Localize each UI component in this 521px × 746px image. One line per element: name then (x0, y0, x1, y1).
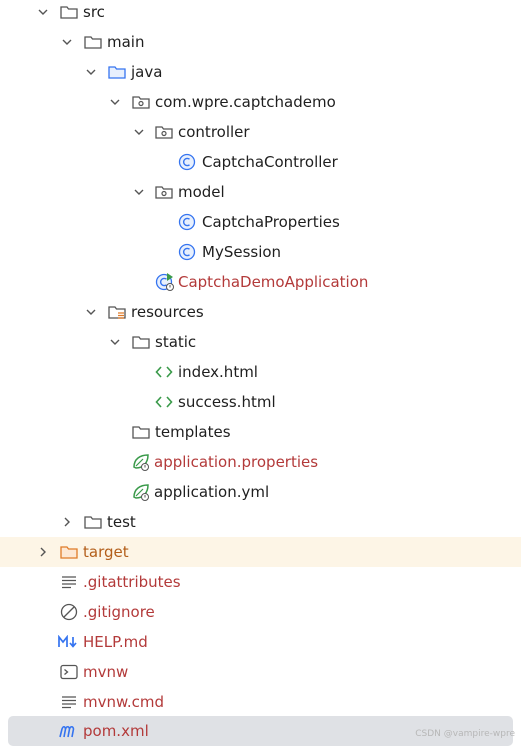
tree-node-application-properties[interactable]: application.properties (0, 447, 521, 477)
tree-node-main[interactable]: main (0, 27, 521, 57)
tree-node-controller[interactable]: controller (0, 117, 521, 147)
chevron-down-icon[interactable] (107, 334, 123, 350)
watermark: CSDN @vampire-wpre (415, 729, 515, 739)
tree-node-resources[interactable]: resources (0, 297, 521, 327)
tree-node-src[interactable]: src (0, 0, 521, 27)
tree-node-label: src (83, 3, 105, 21)
folder-icon (132, 423, 150, 441)
tree-node-label: com.wpre.captchademo (155, 93, 336, 111)
tree-node-target[interactable]: target (0, 537, 521, 567)
tree-node-java[interactable]: java (0, 57, 521, 87)
chevron-down-icon[interactable] (131, 124, 147, 140)
text-file-icon (60, 693, 78, 711)
project-tree: src main java com.wpre.captchademo contr… (0, 0, 521, 746)
tree-node-label: mvnw (83, 663, 129, 681)
folder-icon (84, 33, 102, 51)
spring-properties-icon (131, 452, 151, 472)
tree-node-label: CaptchaProperties (202, 213, 340, 231)
tree-node-label: main (107, 33, 145, 51)
shell-script-icon (60, 663, 78, 681)
tree-node-label: pom.xml (83, 722, 149, 740)
tree-node-templates[interactable]: templates (0, 417, 521, 447)
chevron-down-icon[interactable] (59, 34, 75, 50)
class-icon (178, 153, 196, 171)
chevron-down-icon[interactable] (83, 64, 99, 80)
tree-node-label: templates (155, 423, 231, 441)
tree-node-label: mvnw.cmd (83, 693, 165, 711)
tree-node-model[interactable]: model (0, 177, 521, 207)
chevron-down-icon[interactable] (131, 184, 147, 200)
package-icon (132, 93, 150, 111)
tree-node-label: static (155, 333, 197, 351)
spring-yml-icon (131, 482, 151, 502)
package-icon (155, 183, 173, 201)
class-icon (178, 213, 196, 231)
tree-node-help-md[interactable]: HELP.md (0, 627, 521, 657)
text-file-icon (60, 573, 78, 591)
resources-folder-icon (108, 303, 126, 321)
chevron-right-icon[interactable] (35, 544, 51, 560)
tree-node-captcha-properties[interactable]: CaptchaProperties (0, 207, 521, 237)
folder-icon (132, 333, 150, 351)
tree-node-static[interactable]: static (0, 327, 521, 357)
tree-node-label: .gitattributes (83, 573, 181, 591)
tree-node-gitignore[interactable]: .gitignore (0, 597, 521, 627)
markdown-icon (58, 633, 80, 651)
maven-icon (58, 722, 80, 740)
tree-node-mvnw-cmd[interactable]: mvnw.cmd (0, 687, 521, 717)
tree-node-label: index.html (178, 363, 258, 381)
tree-node-label: HELP.md (83, 633, 148, 651)
tree-node-gitattributes[interactable]: .gitattributes (0, 567, 521, 597)
tree-node-label: CaptchaDemoApplication (178, 273, 369, 291)
tree-node-label: CaptchaController (202, 153, 338, 171)
tree-node-label: java (131, 63, 163, 81)
html-file-icon (155, 393, 173, 411)
chevron-down-icon[interactable] (83, 304, 99, 320)
tree-node-label: MySession (202, 243, 282, 261)
tree-node-application-yml[interactable]: application.yml (0, 477, 521, 507)
class-icon (178, 243, 196, 261)
chevron-down-icon[interactable] (107, 94, 123, 110)
tree-node-label: .gitignore (83, 603, 155, 621)
tree-node-captcha-demo-application[interactable]: CaptchaDemoApplication (0, 267, 521, 297)
spring-boot-class-icon (155, 272, 175, 292)
folder-icon (84, 513, 102, 531)
excluded-folder-icon (60, 543, 78, 561)
tree-node-mvnw[interactable]: mvnw (0, 657, 521, 687)
tree-node-test[interactable]: test (0, 507, 521, 537)
tree-node-label: resources (131, 303, 204, 321)
source-folder-icon (108, 63, 126, 81)
package-icon (155, 123, 173, 141)
tree-node-index-html[interactable]: index.html (0, 357, 521, 387)
tree-node-label: application.properties (154, 453, 319, 471)
tree-node-success-html[interactable]: success.html (0, 387, 521, 417)
tree-node-package-root[interactable]: com.wpre.captchademo (0, 87, 521, 117)
chevron-right-icon[interactable] (59, 514, 75, 530)
gitignore-icon (60, 603, 78, 621)
html-file-icon (155, 363, 173, 381)
tree-node-label: success.html (178, 393, 276, 411)
tree-node-captcha-controller[interactable]: CaptchaController (0, 147, 521, 177)
folder-icon (60, 3, 78, 21)
tree-node-label: controller (178, 123, 250, 141)
tree-node-label: test (107, 513, 136, 531)
tree-node-label: application.yml (154, 483, 270, 501)
tree-node-my-session[interactable]: MySession (0, 237, 521, 267)
tree-node-label: target (83, 543, 129, 561)
chevron-down-icon[interactable] (35, 4, 51, 20)
tree-node-label: model (178, 183, 225, 201)
